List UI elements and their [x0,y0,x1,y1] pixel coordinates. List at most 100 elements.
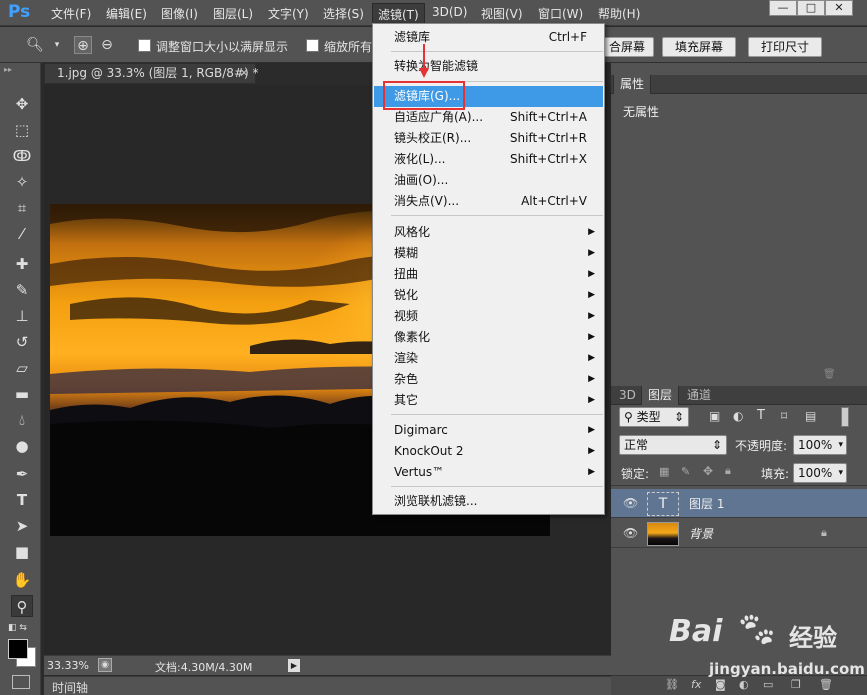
minimize-button[interactable]: — [769,0,797,16]
quick-mask-icon[interactable] [12,675,30,689]
zoom-in-icon[interactable]: ⊕ [74,36,92,54]
path-selection-icon[interactable]: ➤ [11,515,33,537]
lock-position-icon[interactable]: ✥ [703,464,713,478]
timeline-label[interactable]: 时间轴 [52,679,88,695]
menu-help[interactable]: 帮助(H) [598,5,640,22]
menu-item-convert-smart-filter[interactable]: 转换为智能滤镜 [374,56,603,77]
menu-item-noise[interactable]: 杂色 ▶ [374,369,603,390]
menu-3d[interactable]: 3D(D) [432,5,467,19]
properties-trash-icon[interactable]: 🗑︎ [823,369,836,380]
tab-layers[interactable]: 图层 [641,386,680,405]
crop-tool-icon[interactable]: ⌗ [11,197,33,219]
menu-window[interactable]: 窗口(W) [538,5,583,22]
menu-edit[interactable]: 编辑(E) [106,5,147,22]
shape-tool-icon[interactable]: ■ [11,541,33,563]
layer-filter-select[interactable]: ⚲ 类型 ⇕ [619,407,689,427]
marquee-tool-icon[interactable]: ⬚ [11,119,33,141]
zoom-tool-selected-icon[interactable]: ⚲ [11,595,33,617]
collapse-icon[interactable]: ▸▸ [4,65,12,74]
pen-tool-icon[interactable]: ✒ [11,463,33,485]
tool-preset-dropdown-icon[interactable]: ▾ [48,36,66,54]
menu-item-stylize[interactable]: 风格化 ▶ [374,222,603,243]
zoom-tool-icon[interactable]: 🔍︎ [26,36,44,54]
document-tab[interactable]: 1.jpg @ 33.3% (图层 1, RGB/8#) * ✕ [44,63,258,84]
type-tool-icon[interactable]: T [11,489,33,511]
eye-icon[interactable]: 👁︎ [623,496,638,510]
menu-type[interactable]: 文字(Y) [268,5,309,22]
filter-shape-icon[interactable]: ⌑ [781,409,787,423]
menu-item-liquify[interactable]: 液化(L)... Shift+Ctrl+X [374,149,603,170]
zoom-level[interactable]: 33.33% [47,659,89,672]
zoom-all-checkbox[interactable] [306,39,319,52]
lasso-tool-icon[interactable]: ↂ [11,145,33,167]
clone-stamp-icon[interactable]: ⊥ [11,305,33,327]
status-menu-arrow-icon[interactable]: ▶ [288,659,300,672]
eye-icon[interactable]: 👁︎ [623,526,638,540]
menu-item-digimarc[interactable]: Digimarc ▶ [374,420,603,441]
filter-pixel-icon[interactable]: ▣ [709,409,720,423]
close-tab-icon[interactable]: ✕ [239,64,249,83]
eraser-tool-icon[interactable]: ▱ [11,357,33,379]
layer-name[interactable]: 背景 [689,525,713,542]
filter-type-icon[interactable]: T [757,408,765,423]
default-colors-icon[interactable]: ◧ ⇆ [8,623,27,633]
status-share-icon[interactable]: ◉ [98,658,112,672]
filter-adjust-icon[interactable]: ◐ [733,409,743,423]
layer-row-text[interactable]: 👁︎ T 图层 1 [611,489,867,518]
menu-item-vertus[interactable]: Vertus™ ▶ [374,462,603,483]
menu-item-oil-paint[interactable]: 油画(O)... [374,170,603,191]
fill-screen-button[interactable]: 填充屏幕 [662,37,736,57]
tab-properties[interactable]: 属性 [613,75,652,94]
layer-name[interactable]: 图层 1 [689,495,724,512]
foreground-color-swatch[interactable] [8,639,28,659]
tab-channels[interactable]: 通道 [681,386,717,405]
hand-tool-icon[interactable]: ✋ [11,569,33,591]
lock-pixels-icon[interactable]: ✎ [681,465,690,478]
menu-item-video[interactable]: 视频 ▶ [374,306,603,327]
print-size-button[interactable]: 打印尺寸 [748,37,822,57]
history-brush-icon[interactable]: ↺ [11,331,33,353]
menu-item-adaptive-wide-angle[interactable]: 自适应广角(A)... Shift+Ctrl+A [374,107,603,128]
filter-toggle[interactable] [841,407,849,427]
layer-row-background[interactable]: 👁︎ 背景 🔒︎ [611,519,867,548]
fit-screen-button[interactable]: 合屏幕 [600,37,654,57]
blur-tool-icon[interactable]: 💧︎ [11,409,33,431]
zoom-all-label: 缩放所有 [324,40,373,54]
menu-view[interactable]: 视图(V) [481,5,523,22]
menu-item-browse-filters-online[interactable]: 浏览联机滤镜... [374,491,603,512]
menu-select[interactable]: 选择(S) [323,5,364,22]
menu-item-lens-correction[interactable]: 镜头校正(R)... Shift+Ctrl+R [374,128,603,149]
gradient-tool-icon[interactable]: ▬ [11,383,33,405]
close-button[interactable]: ✕ [825,0,853,16]
zoom-out-icon[interactable]: ⊖ [98,36,116,54]
menu-image[interactable]: 图像(I) [161,5,198,22]
move-tool-icon[interactable]: ✥ [11,93,33,115]
menu-layer[interactable]: 图层(L) [213,5,253,22]
menu-item-sharpen[interactable]: 锐化 ▶ [374,285,603,306]
menu-item-blur[interactable]: 模糊 ▶ [374,243,603,264]
dodge-tool-icon[interactable]: ● [11,435,33,457]
menu-item-render[interactable]: 渲染 ▶ [374,348,603,369]
lock-all-icon[interactable]: 🔒︎ [725,464,731,478]
blend-mode-select[interactable]: 正常 ⇕ [619,435,727,455]
healing-brush-icon[interactable]: ✚ [11,253,33,275]
lock-transparent-icon[interactable]: ▦ [659,465,669,478]
menu-item-distort[interactable]: 扭曲 ▶ [374,264,603,285]
resize-windows-checkbox[interactable] [138,39,151,52]
menu-file[interactable]: 文件(F) [51,5,91,22]
tab-3d[interactable]: 3D [613,386,642,405]
menu-item-filter-gallery-last[interactable]: 滤镜库 Ctrl+F [374,27,603,48]
brush-tool-icon[interactable]: ✎ [11,279,33,301]
eyedropper-icon[interactable]: ⁄ [11,223,33,245]
fill-field[interactable]: 100% ▾ [793,463,847,483]
menu-item-vanishing-point[interactable]: 消失点(V)... Alt+Ctrl+V [374,191,603,212]
restore-button[interactable]: □ [797,0,825,16]
background-thumbnail [647,522,679,546]
menu-item-pixelate[interactable]: 像素化 ▶ [374,327,603,348]
filter-smart-icon[interactable]: ▤ [805,409,816,423]
magic-wand-icon[interactable]: ✧ [11,171,33,193]
opacity-field[interactable]: 100% ▾ [793,435,847,455]
menu-item-other[interactable]: 其它 ▶ [374,390,603,411]
opacity-value: 100% [798,438,833,452]
menu-item-knockout[interactable]: KnockOut 2 ▶ [374,441,603,462]
